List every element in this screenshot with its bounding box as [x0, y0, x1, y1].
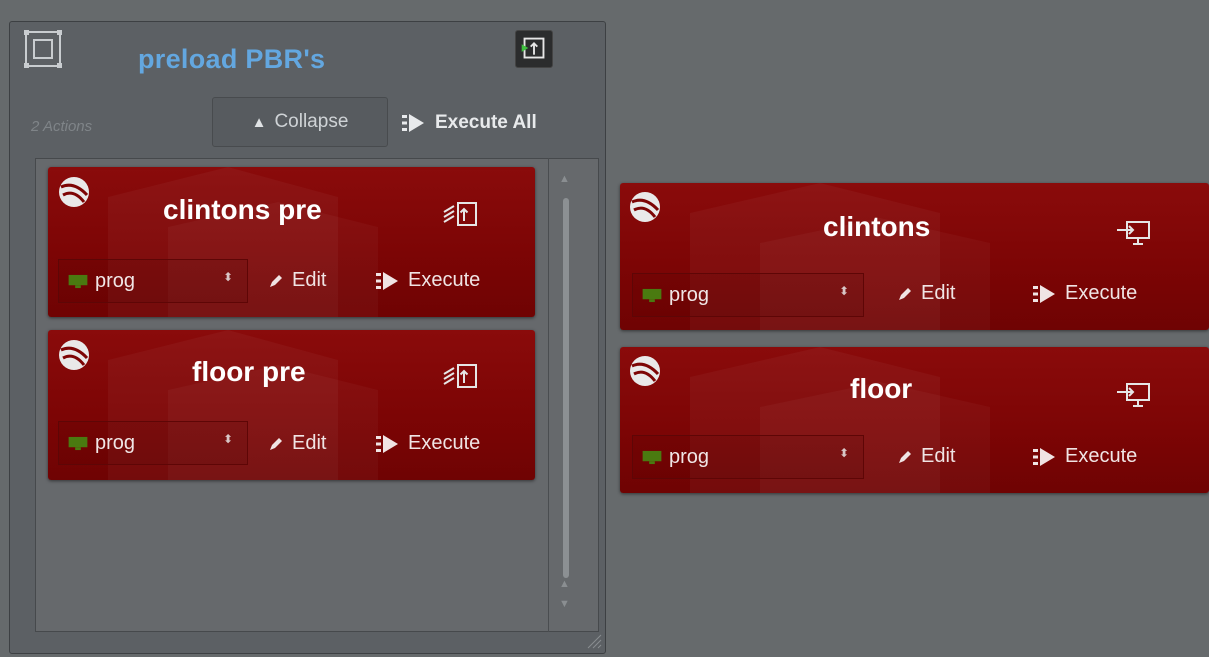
- group-execute-button[interactable]: [515, 30, 553, 68]
- scrollbar-thumb[interactable]: [563, 198, 569, 578]
- pencil-icon: [270, 274, 282, 287]
- select-arrows-icon: ⬍: [838, 446, 849, 460]
- edit-label: Edit: [921, 445, 956, 467]
- source-globe-icon: [630, 356, 660, 386]
- pencil-icon: [899, 450, 911, 463]
- edit-label: Edit: [292, 432, 327, 454]
- card-title: floor pre: [192, 356, 306, 387]
- triangle-up-icon: ▲: [251, 113, 267, 131]
- edit-button[interactable]: Edit: [897, 445, 955, 468]
- source-globe-icon: [59, 340, 89, 370]
- collapse-button[interactable]: ▲ Collapse: [212, 97, 388, 147]
- card-title: clintons pre: [163, 194, 322, 225]
- group-title[interactable]: preload PBR's: [138, 44, 325, 75]
- execute-icon: [376, 271, 398, 290]
- load-to-screen-icon[interactable]: [1115, 380, 1153, 410]
- monitor-icon: [642, 288, 662, 302]
- select-arrows-icon: ⬍: [222, 270, 233, 284]
- execute-label: Execute: [1065, 282, 1138, 304]
- edit-button[interactable]: Edit: [268, 432, 326, 455]
- execute-button[interactable]: Execute: [1031, 282, 1137, 305]
- output-select-value: prog: [669, 283, 710, 306]
- execute-icon: [1033, 284, 1055, 303]
- preload-icon[interactable]: [440, 362, 478, 392]
- output-select-value: prog: [669, 445, 710, 468]
- output-select[interactable]: prog ⬍: [58, 421, 248, 465]
- execute-icon: [376, 434, 398, 453]
- scroll-down-arrow-icon[interactable]: ▼: [559, 598, 570, 610]
- load-to-screen-icon[interactable]: [1115, 218, 1153, 248]
- actions-count: 2 Actions: [31, 118, 93, 135]
- edit-button[interactable]: Edit: [268, 269, 326, 292]
- source-globe-icon: [630, 192, 660, 222]
- group-select-icon[interactable]: [23, 29, 63, 69]
- execute-label: Execute: [408, 432, 481, 454]
- pencil-icon: [270, 437, 282, 450]
- edit-label: Edit: [292, 269, 327, 291]
- output-select[interactable]: prog ⬍: [58, 259, 248, 303]
- execute-button[interactable]: Execute: [374, 432, 480, 455]
- card-title: floor: [850, 373, 913, 404]
- execute-button[interactable]: Execute: [1031, 445, 1137, 468]
- collapse-label: Collapse: [274, 111, 349, 132]
- execute-label: Execute: [1065, 445, 1138, 467]
- output-select[interactable]: prog ⬍: [632, 435, 864, 479]
- output-select-value: prog: [95, 269, 136, 292]
- edit-button[interactable]: Edit: [897, 282, 955, 305]
- scroll-up-arrow-icon[interactable]: ▲: [559, 578, 570, 590]
- execute-all-button[interactable]: Execute All: [400, 108, 537, 138]
- preload-icon[interactable]: [440, 200, 478, 230]
- resize-grip-icon[interactable]: [586, 633, 602, 649]
- output-select[interactable]: prog ⬍: [632, 273, 864, 317]
- monitor-icon: [68, 436, 88, 450]
- source-globe-icon: [59, 177, 89, 207]
- execute-icon: [402, 114, 424, 132]
- monitor-icon: [68, 274, 88, 288]
- edit-label: Edit: [921, 282, 956, 304]
- execute-button[interactable]: Execute: [374, 269, 480, 292]
- execute-group-icon: [521, 37, 545, 59]
- select-arrows-icon: ⬍: [838, 284, 849, 298]
- monitor-icon: [642, 450, 662, 464]
- select-arrows-icon: ⬍: [222, 432, 233, 446]
- scroll-up-arrow-icon[interactable]: ▲: [559, 173, 570, 185]
- execute-all-label: Execute All: [435, 112, 537, 133]
- execute-label: Execute: [408, 269, 481, 291]
- output-select-value: prog: [95, 431, 136, 454]
- card-title: clintons: [823, 211, 931, 242]
- execute-icon: [1033, 447, 1055, 466]
- pencil-icon: [899, 287, 911, 300]
